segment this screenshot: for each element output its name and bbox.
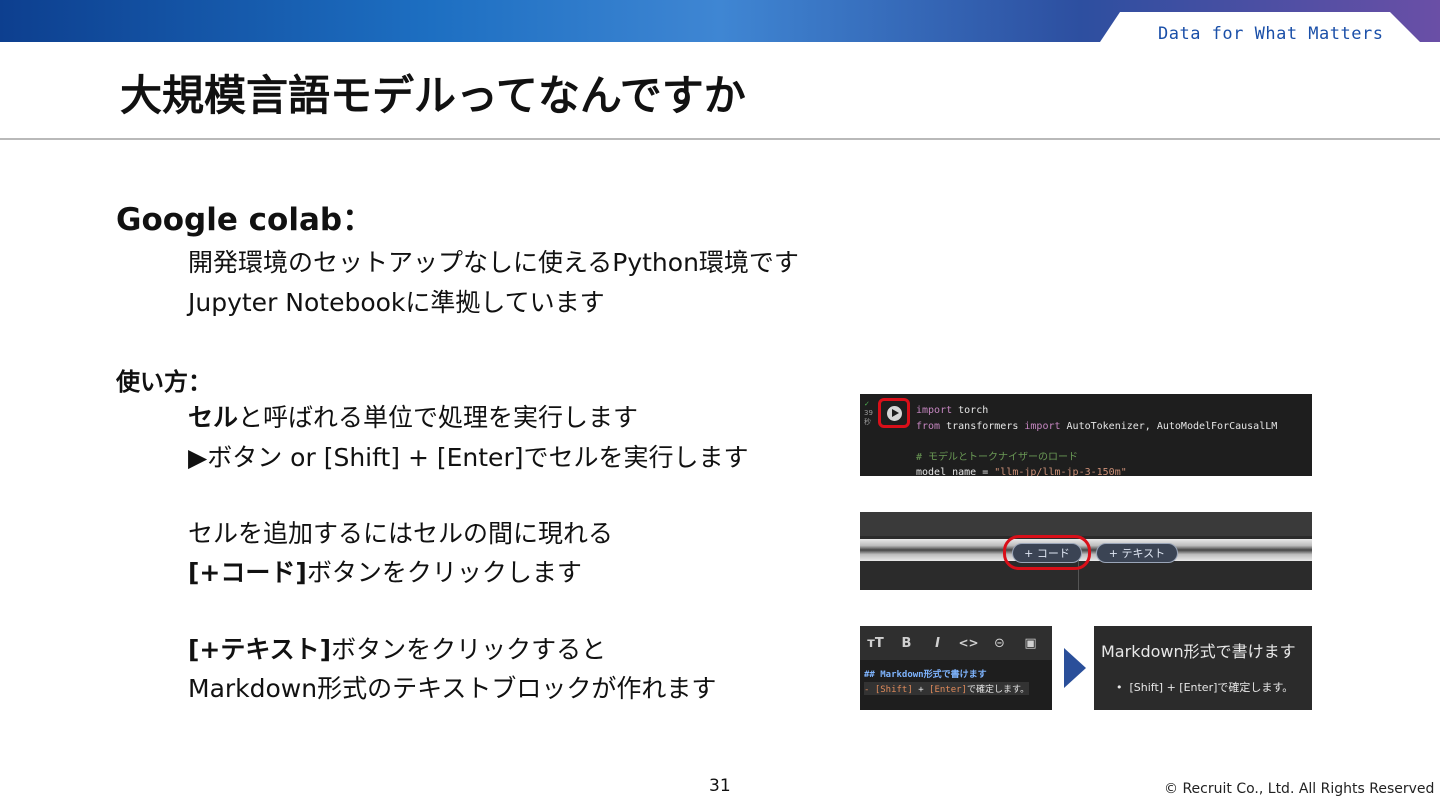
bullet-dot: • [1116, 681, 1130, 694]
md-post: で確定します。 [966, 685, 1030, 695]
markdown-editor-screenshot: тT B I <> ⊝ ▣ ## Markdown形式で書けます - [Shif… [860, 626, 1052, 710]
md-plus: + [912, 685, 930, 695]
add-text-button[interactable]: + テキスト [1096, 543, 1178, 563]
colab-line-1: 開発環境のセットアップなしに使えるPython環境です [188, 248, 799, 277]
code-line: model_name = "llm-jp/llm-jp-3-150m" [916, 465, 1277, 476]
italic-icon[interactable]: I [922, 636, 953, 651]
image-icon[interactable]: ▣ [1015, 636, 1046, 651]
bold-icon[interactable]: B [891, 636, 922, 651]
run-button[interactable] [878, 398, 910, 428]
usage-run-line: ▶ボタン or [Shift] + [Enter]でセルを実行します [188, 443, 749, 472]
code-icon[interactable]: <> [953, 636, 984, 650]
rendered-bullet: • [Shift] + [Enter]で確定します。 [1116, 679, 1293, 695]
md-enter: [Enter] [929, 685, 967, 695]
code-token: import [1024, 420, 1061, 432]
arrow-right-icon [1064, 648, 1086, 688]
rendered-markdown-screenshot: Markdown形式で書けます • [Shift] + [Enter]で確定しま… [1094, 626, 1312, 710]
play-icon [887, 406, 902, 421]
code-token: AutoTokenizer, AutoModelForCausalLM [1060, 420, 1278, 432]
colab-line-2: Jupyter Notebookに準拠しています [188, 288, 605, 317]
tagline: Data for What Matters [1158, 24, 1384, 44]
text-line-text: ボタンをクリックすると [331, 635, 607, 664]
usage-heading: 使い方： [116, 368, 212, 396]
page-number: 31 [709, 776, 731, 796]
code-line: import torch [916, 403, 1277, 419]
gutter-mark: 39 [864, 409, 873, 417]
usage-cell-line: セルと呼ばれる単位で処理を実行します [188, 398, 638, 434]
code-token: from [916, 420, 941, 432]
code-token: "llm-jp/llm-jp-3-150m" [994, 467, 1127, 476]
markdown-toolbar: тT B I <> ⊝ ▣ [860, 626, 1052, 660]
gutter-mark: 秒 [864, 418, 871, 426]
link-icon[interactable]: ⊝ [984, 636, 1015, 651]
code-cell-screenshot: ✓ 39 秒 import torch from transformers impor… [860, 394, 1312, 476]
page-title: 大規模言語モデルってなんですか [120, 71, 746, 120]
execution-gutter: ✓ 39 秒 [864, 400, 873, 427]
md-shift: [Shift] [874, 685, 913, 695]
code-editor[interactable]: import torch from transformers import Aut… [916, 403, 1277, 476]
title-divider [0, 138, 1440, 140]
code-token: import [916, 405, 953, 416]
code-line: from transformers import AutoTokenizer, … [916, 419, 1277, 435]
text-button-term: [+テキスト] [188, 635, 332, 664]
add-cell-screenshot: + コード + テキスト [860, 512, 1312, 590]
cell-term: セル [188, 403, 239, 432]
add-code-button[interactable]: + コード [1012, 543, 1082, 563]
code-token: # モデルとトークナイザーのロード [916, 451, 1079, 463]
code-token: transformers [940, 420, 1025, 432]
code-line-text: ボタンをクリックします [306, 558, 582, 587]
usage-add-line: セルを追加するにはセルの間に現れる [188, 519, 614, 548]
usage-text-line: [+テキスト]ボタンをクリックすると [188, 630, 606, 666]
usage-code-line: [+コード]ボタンをクリックします [188, 553, 582, 589]
cell-text: と呼ばれる単位で処理を実行します [238, 403, 639, 432]
usage-markdown-line: Markdown形式のテキストブロックが作れます [188, 674, 717, 703]
copyright: © Recruit Co., Ltd. All Rights Reserved [1164, 781, 1435, 797]
code-button-term: [+コード] [188, 558, 307, 587]
markdown-line-2: - [Shift] + [Enter]で確定します。 [864, 682, 1030, 695]
colab-heading: Google colab： [116, 202, 374, 238]
gutter-mark: ✓ [864, 400, 870, 408]
text-size-icon[interactable]: тT [860, 636, 891, 651]
bullet-text: [Shift] + [Enter]で確定します。 [1129, 681, 1294, 694]
md-dash: - [864, 685, 875, 695]
rendered-heading: Markdown形式で書けます [1101, 642, 1296, 661]
code-token: torch [952, 405, 989, 416]
code-token: model_name = [916, 467, 995, 476]
markdown-line-1: ## Markdown形式で書けます [864, 670, 987, 680]
code-line: # モデルとトークナイザーのロード [916, 450, 1277, 466]
